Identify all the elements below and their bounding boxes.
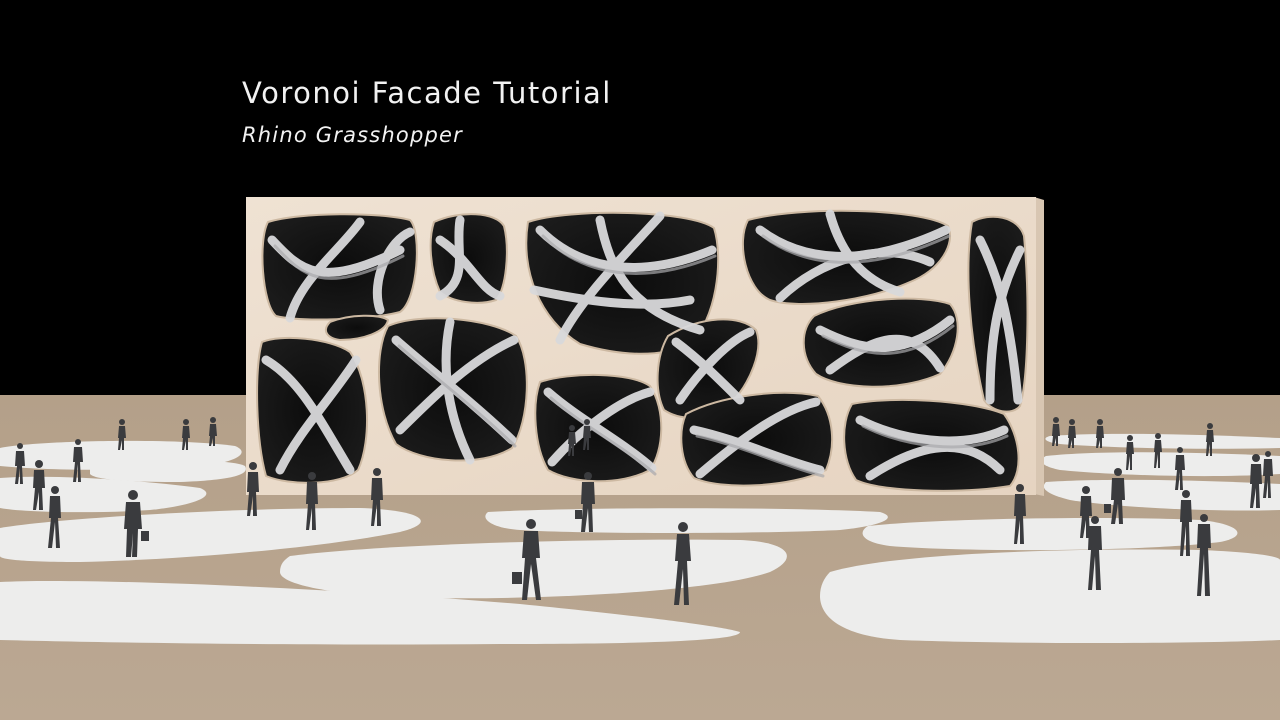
video-title: Voronoi Facade Tutorial: [242, 76, 612, 110]
video-subtitle: Rhino Grasshopper: [242, 123, 463, 147]
video-thumbnail: Voronoi Facade Tutorial Rhino Grasshoppe…: [0, 0, 1280, 720]
architectural-render: [0, 0, 1280, 720]
